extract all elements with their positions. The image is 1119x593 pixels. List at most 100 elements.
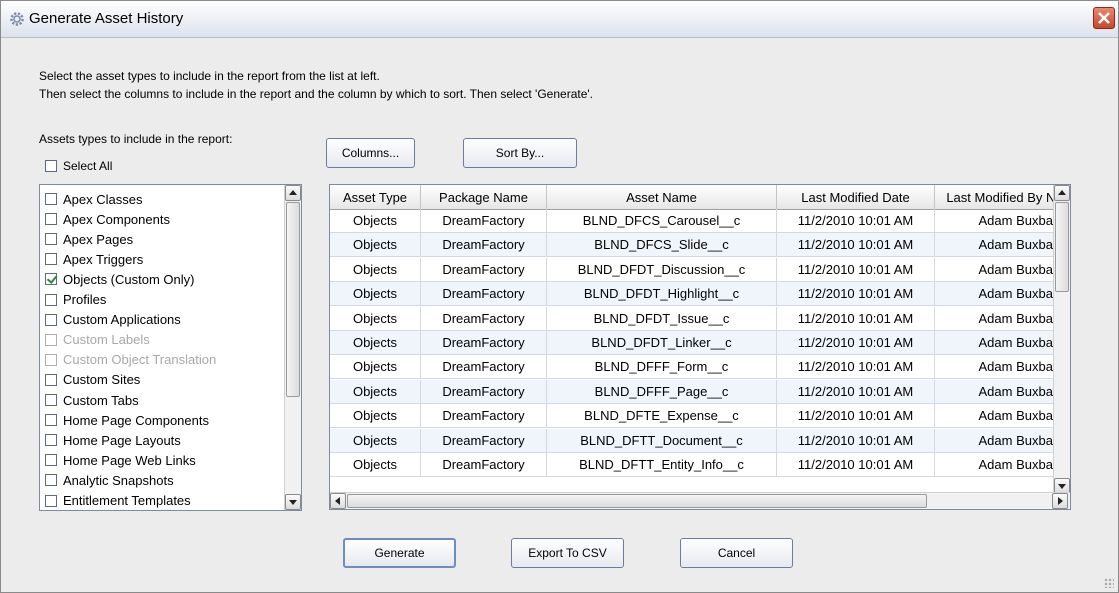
table-cell: DreamFactory (421, 379, 547, 403)
checkbox-icon (45, 353, 57, 366)
table-cell: Adam Buxbaum (935, 258, 1071, 281)
title-bar[interactable]: Generate Asset History (1, 1, 1118, 38)
generate-button[interactable]: Generate (343, 538, 456, 568)
select-all-checkbox[interactable]: Select All (45, 159, 112, 173)
column-header[interactable]: Last Modified By Na (935, 185, 1070, 209)
column-header[interactable]: Package Name (421, 185, 547, 209)
checkbox-icon (45, 394, 57, 406)
asset-type-item[interactable]: Analytic Snapshots (45, 470, 174, 490)
asset-type-label: Custom Sites (63, 372, 141, 388)
table-cell: DreamFactory (421, 257, 547, 281)
table-row[interactable]: Objects DreamFactory BLND_DFCS_Carousel__c… (330, 209, 1070, 233)
table-cell: DreamFactory (421, 233, 547, 257)
checkbox-checked-icon (45, 273, 57, 286)
asset-type-item[interactable]: Objects (Custom Only) (45, 269, 194, 289)
table-row[interactable]: Objects DreamFactory BLND_DFDT_Highlight__… (330, 282, 1070, 307)
table-cell: Adam Buxbaum (935, 307, 1071, 330)
table-scroll-left-button[interactable] (330, 493, 346, 509)
asset-type-label: Home Page Layouts (63, 432, 181, 448)
asset-type-label: Custom Object Translation (63, 352, 217, 368)
asset-type-label: Custom Labels (63, 332, 150, 348)
asset-type-label: Objects (Custom Only) (63, 271, 195, 287)
scroll-up-button[interactable] (285, 185, 301, 201)
asset-type-label: Home Page Components (63, 412, 209, 428)
table-cell: Objects (330, 331, 421, 354)
arrow-down-icon (1058, 484, 1066, 489)
asset-type-list[interactable]: Entitlement Templates Analytic Snapshots H… (39, 184, 302, 511)
table-row[interactable]: Objects DreamFactory BLND_DFTT_Document__c… (330, 428, 1070, 453)
asset-type-item[interactable]: Home Page Web Links (45, 450, 196, 470)
instruction-line-1: Select the asset types to include in the… (39, 69, 380, 83)
table-row[interactable]: Objects DreamFactory BLND_DFFF_Page__c 11/2… (330, 379, 1070, 404)
table-hscroll-thumb[interactable] (347, 494, 927, 508)
table-cell: BLND_DFCS_Slide__c (547, 233, 777, 257)
scroll-down-button[interactable] (285, 494, 301, 510)
scroll-thumb[interactable] (286, 202, 300, 397)
table-row[interactable]: Objects DreamFactory BLND_DFCS_Slide__c 11/… (330, 233, 1070, 258)
table-row[interactable]: Objects DreamFactory BLND_DFDT_Linker__c 11… (330, 331, 1070, 355)
asset-type-item[interactable]: Apex Pages (45, 229, 133, 249)
asset-history-table[interactable]: Asset Type Package Name Asset Name Last Mod… (329, 184, 1071, 510)
checkbox-icon (45, 494, 57, 507)
asset-type-label: Apex Classes (63, 191, 143, 207)
asset-type-item[interactable]: Custom Tabs (45, 390, 139, 410)
columns-button[interactable]: Columns... (326, 138, 415, 168)
checkbox-icon (45, 414, 57, 427)
cancel-button[interactable]: Cancel (680, 538, 793, 568)
table-cell: BLND_DFCS_Carousel__c (547, 209, 777, 232)
table-cell: Adam Buxbaum (935, 209, 1071, 232)
table-cell: DreamFactory (421, 282, 547, 306)
table-row[interactable]: Objects DreamFactory BLND_DFDT_Discussion_… (330, 257, 1070, 282)
resize-grip[interactable] (1104, 578, 1114, 588)
table-cell: Adam Buxbaum (935, 429, 1071, 452)
asset-type-item[interactable]: Custom Sites (45, 370, 140, 390)
table-cell: Adam Buxbaum (935, 355, 1071, 378)
asset-type-item[interactable]: Profiles (45, 290, 106, 310)
table-cell: DreamFactory (421, 428, 547, 452)
column-header[interactable]: Last Modified Date (777, 185, 935, 209)
table-cell: Adam Buxbaum (935, 233, 1071, 256)
table-cell: 11/2/2010 10:01 AM (777, 257, 935, 281)
table-vertical-scrollbar[interactable] (1053, 185, 1070, 494)
asset-type-item: Custom Labels (45, 330, 150, 350)
table-row[interactable]: Objects DreamFactory BLND_DFTE_Expense__c 1… (330, 404, 1070, 429)
sort-by-button[interactable]: Sort By... (463, 138, 577, 168)
asset-type-item[interactable]: Apex Classes (45, 189, 142, 209)
asset-type-item[interactable]: Entitlement Templates (45, 491, 191, 511)
table-scroll-up-button[interactable] (1054, 185, 1070, 201)
export-to-csv-button[interactable]: Export To CSV (511, 538, 624, 568)
asset-type-label: Home Page Web Links (63, 452, 196, 468)
table-cell: 11/2/2010 10:01 AM (777, 331, 935, 354)
table-cell: Adam Buxbaum (935, 404, 1071, 427)
table-row[interactable]: Objects DreamFactory BLND_DFDT_Issue__c 11/… (330, 306, 1070, 331)
close-button[interactable] (1093, 7, 1115, 29)
asset-type-item[interactable]: Custom Applications (45, 310, 181, 330)
checkbox-icon (45, 233, 57, 246)
asset-type-label: Apex Triggers (63, 251, 144, 267)
asset-type-label: Apex Pages (63, 231, 134, 247)
table-horizontal-scrollbar[interactable] (330, 492, 1070, 509)
table-scroll-right-button[interactable] (1052, 493, 1068, 509)
table-cell: BLND_DFTT_Document__c (547, 428, 777, 452)
arrow-up-icon (289, 190, 297, 195)
checkbox-icon (45, 253, 57, 266)
column-header[interactable]: Asset Name (547, 185, 777, 209)
asset-type-item[interactable]: Apex Triggers (45, 249, 143, 269)
table-scroll-thumb[interactable] (1055, 202, 1069, 292)
asset-type-item[interactable]: Apex Components (45, 209, 170, 229)
table-cell: 11/2/2010 10:01 AM (777, 453, 935, 476)
asset-type-item[interactable]: Home Page Layouts (45, 430, 181, 450)
table-cell: BLND_DFDT_Linker__c (547, 331, 777, 354)
table-cell: Objects (330, 282, 421, 306)
table-row[interactable]: Objects DreamFactory BLND_DFTT_Entity_Info… (330, 453, 1070, 477)
asset-type-label: Custom Applications (63, 312, 181, 328)
table-cell: BLND_DFTT_Entity_Info__c (547, 453, 777, 476)
column-header[interactable]: Asset Type (330, 185, 421, 209)
table-cell: Objects (330, 233, 421, 257)
checkbox-icon (45, 213, 57, 226)
table-row[interactable]: Objects DreamFactory BLND_DFFF_Form__c 11/2… (330, 355, 1070, 380)
asset-list-scrollbar[interactable] (284, 185, 301, 510)
checkbox-icon (45, 434, 57, 447)
table-cell: DreamFactory (421, 355, 547, 379)
asset-type-item[interactable]: Home Page Components (45, 410, 209, 430)
